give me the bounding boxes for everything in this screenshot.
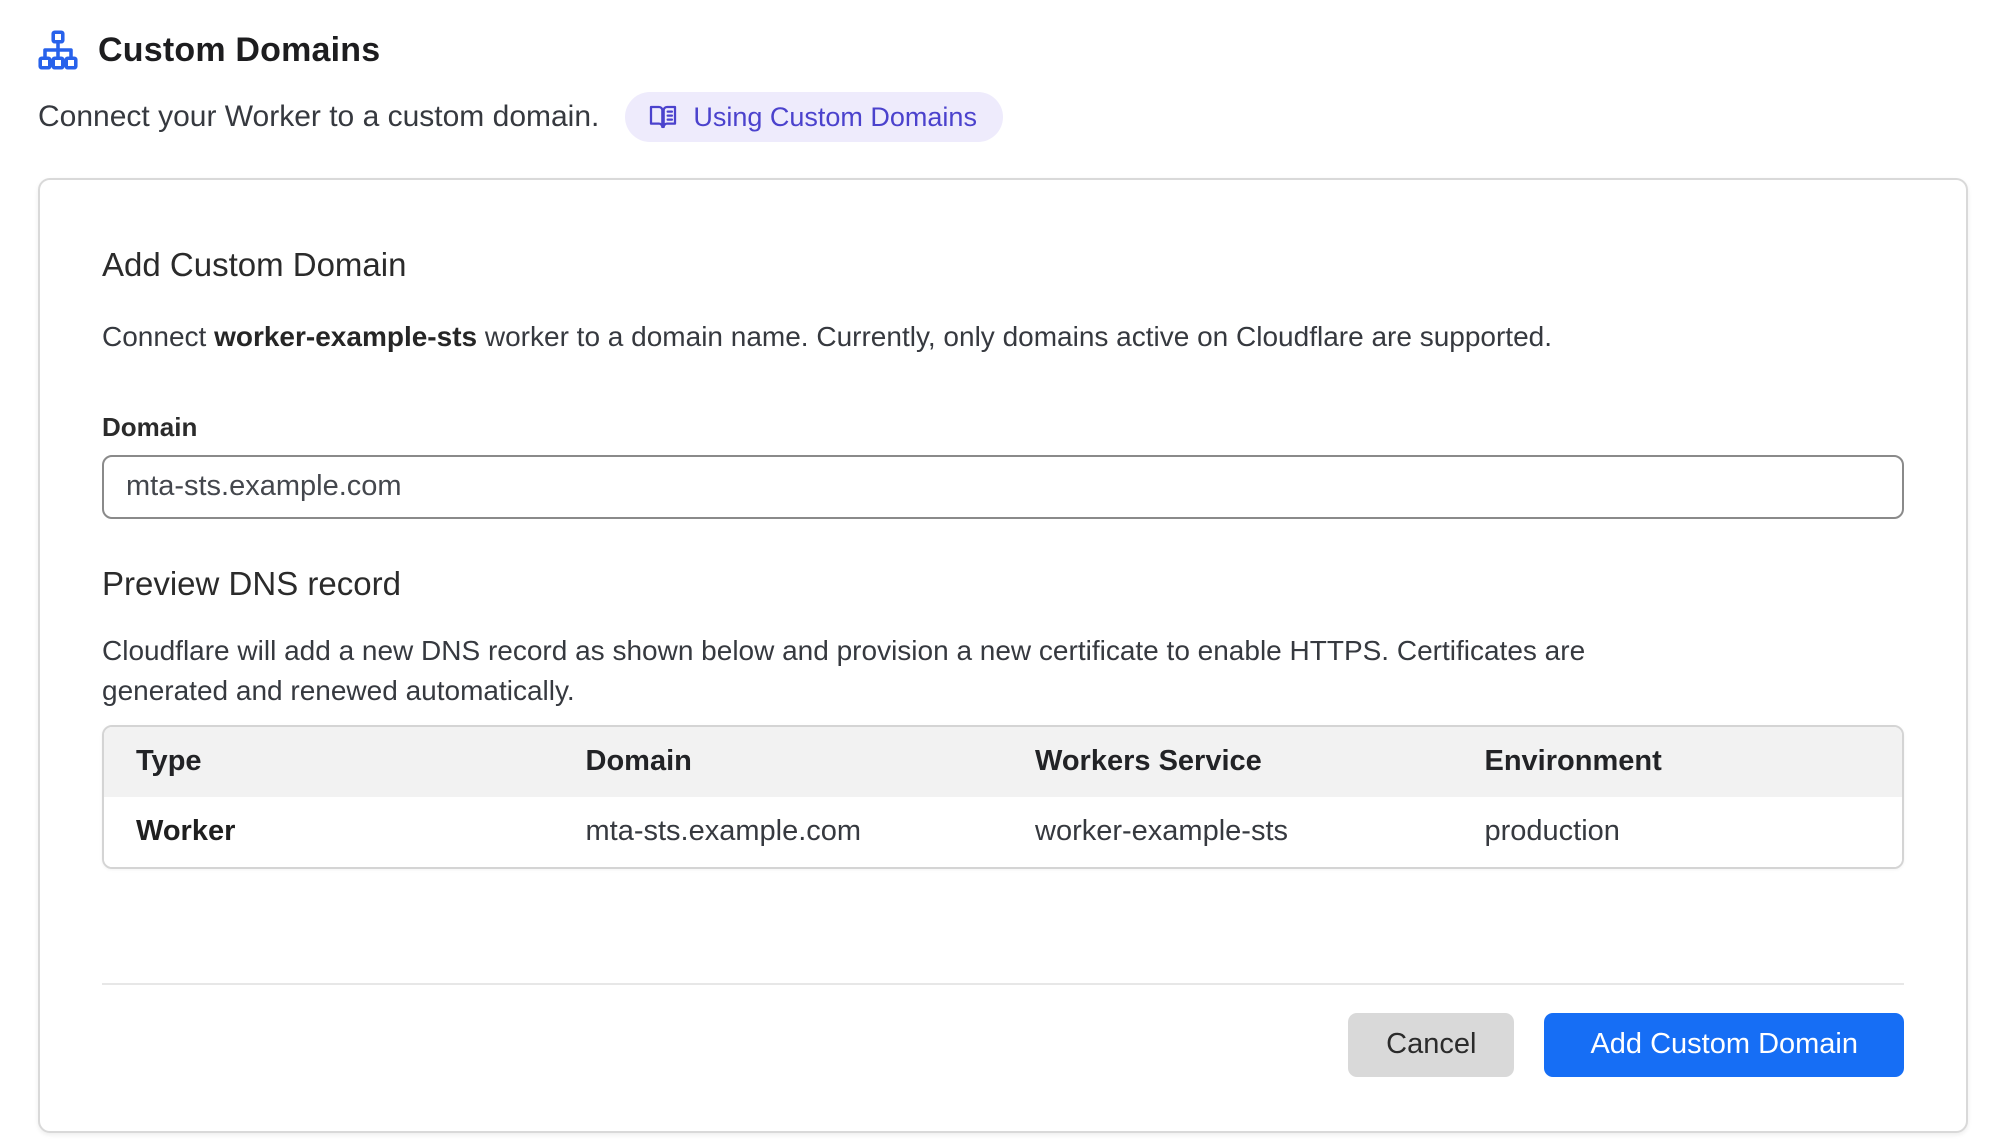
footer-actions: Cancel Add Custom Domain [102,1013,1904,1077]
column-header-type: Type [104,727,554,797]
cell-type: Worker [104,797,554,867]
dialog-description: Connect worker-example-sts worker to a d… [102,318,1904,356]
docs-link-label: Using Custom Domains [693,102,977,133]
custom-domains-page: Custom Domains Connect your Worker to a … [0,0,1999,1148]
page-header: Custom Domains [38,30,1968,70]
cell-domain: mta-sts.example.com [554,797,1004,867]
description-prefix: Connect [102,321,214,352]
table-row: Worker mta-sts.example.com worker-exampl… [104,797,1902,867]
subtitle-row: Connect your Worker to a custom domain. … [38,92,1968,142]
add-custom-domain-card: Add Custom Domain Connect worker-example… [38,178,1968,1133]
worker-name: worker-example-sts [214,321,477,352]
column-header-environment: Environment [1453,727,1903,797]
table-header-row: Type Domain Workers Service Environment [104,727,1902,797]
cell-environment: production [1453,797,1903,867]
footer-divider [102,983,1904,985]
sitemap-icon [38,30,78,70]
book-open-icon [647,101,679,133]
dns-preview-table: Type Domain Workers Service Environment … [102,725,1904,869]
domain-input[interactable] [102,455,1904,519]
docs-link-badge[interactable]: Using Custom Domains [625,92,1003,142]
cell-workers-service: worker-example-sts [1003,797,1453,867]
preview-dns-heading: Preview DNS record [102,565,1904,603]
add-custom-domain-button[interactable]: Add Custom Domain [1544,1013,1904,1077]
page-title: Custom Domains [98,31,380,70]
page-subtitle: Connect your Worker to a custom domain. [38,100,599,134]
cancel-button[interactable]: Cancel [1348,1013,1514,1077]
domain-field-label: Domain [102,412,1904,443]
dialog-heading: Add Custom Domain [102,246,1904,284]
column-header-domain: Domain [554,727,1004,797]
description-suffix: worker to a domain name. Currently, only… [477,321,1552,352]
column-header-workers-service: Workers Service [1003,727,1453,797]
preview-dns-description: Cloudflare will add a new DNS record as … [102,631,1602,711]
